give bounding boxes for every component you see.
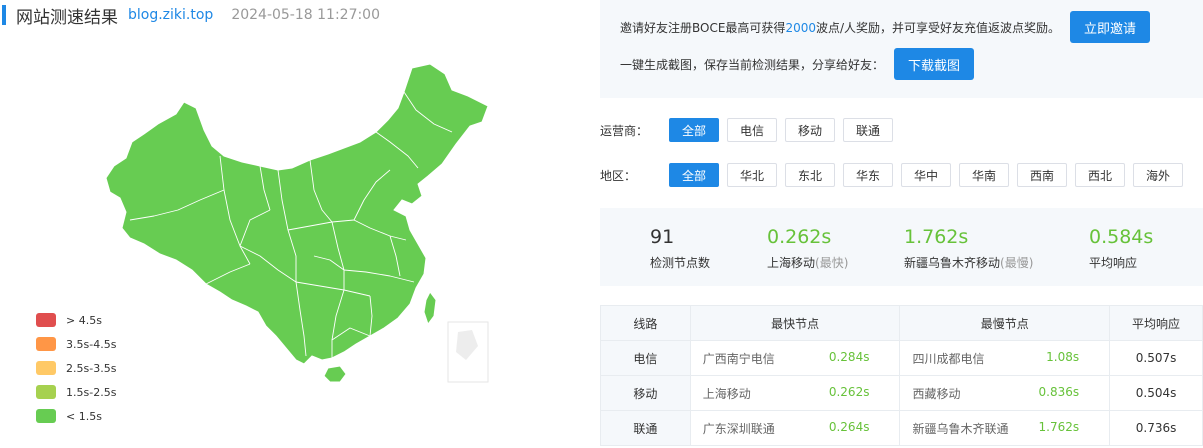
legend-item: > 4.5s (36, 308, 116, 332)
row-fastest: 广西南宁电信 0.284s (689, 340, 901, 376)
region-option-north[interactable]: 华北 (727, 163, 777, 187)
tested-domain: blog.ziki.top (128, 7, 214, 23)
region-option-east[interactable]: 华东 (843, 163, 893, 187)
stat-slowest: 1.762s 新疆乌鲁木齐移动(最慢) (904, 224, 1033, 271)
fastest-label: 上海移动(最快) (767, 256, 849, 270)
region-option-all[interactable]: 全部 (669, 163, 719, 187)
row-line: 联通 (600, 410, 691, 446)
row-slowest: 四川成都电信 1.08s (899, 340, 1111, 376)
stat-average: 0.584s 平均响应 (1089, 224, 1153, 271)
average-label: 平均响应 (1089, 256, 1138, 270)
carrier-option-unicom[interactable]: 联通 (843, 118, 893, 142)
col-header-fastest: 最快节点 (689, 305, 901, 341)
invite-row: 邀请好友注册BOCE最高可获得2000波点/人奖励，并可享受好友充值返波点奖励。… (620, 11, 1151, 43)
carrier-option-mobile[interactable]: 移动 (785, 118, 835, 142)
row-slowest: 新疆乌鲁木齐联通 1.762s (899, 410, 1111, 446)
taiwan-island[interactable] (423, 291, 437, 326)
row-average: 0.504s (1109, 375, 1203, 411)
invite-panel: 邀请好友注册BOCE最高可获得2000波点/人奖励，并可享受好友充值返波点奖励。… (600, 0, 1203, 98)
row-average: 0.736s (1109, 410, 1203, 446)
legend-swatch (36, 385, 56, 399)
legend-label: 3.5s-4.5s (66, 337, 117, 351)
row-line: 移动 (600, 375, 691, 411)
speed-legend: > 4.5s 3.5s-4.5s 2.5s-3.5s 1.5s-2.5s < 1… (36, 308, 116, 428)
page-title: 网站测速结果 (16, 7, 118, 28)
col-header-slowest: 最慢节点 (899, 305, 1111, 341)
row-average: 0.507s (1109, 340, 1203, 376)
row-fastest: 上海移动 0.262s (689, 375, 901, 411)
test-time: 2024-05-18 11:27:00 (231, 7, 381, 23)
carrier-table: 线路 最快节点 最慢节点 平均响应 电信 广西南宁电信 0.284s 四川成都电信… (600, 305, 1203, 446)
fastest-value: 0.262s (767, 226, 832, 248)
carrier-option-telecom[interactable]: 电信 (727, 118, 777, 142)
legend-label: > 4.5s (66, 313, 102, 327)
invite-text: 邀请好友注册BOCE最高可获得2000波点/人奖励，并可享受好友充值返波点奖励。 (620, 20, 1061, 35)
region-option-overseas[interactable]: 海外 (1133, 163, 1183, 187)
legend-item: 1.5s-2.5s (36, 380, 116, 404)
carrier-filter: 运营商： 全部 电信 移动 联通 (600, 118, 901, 142)
carrier-option-all[interactable]: 全部 (669, 118, 719, 142)
legend-item: 2.5s-3.5s (36, 356, 116, 380)
invite-button[interactable]: 立即邀请 (1070, 11, 1151, 43)
region-option-central[interactable]: 华中 (901, 163, 951, 187)
node-count-label: 检测节点数 (650, 256, 711, 270)
screenshot-text: 一键生成截图，保存当前检测结果，分享给好友： (620, 57, 885, 72)
screenshot-row: 一键生成截图，保存当前检测结果，分享给好友： 下载截图 (620, 48, 975, 80)
table-header-row: 线路 最快节点 最慢节点 平均响应 (600, 305, 1203, 341)
carrier-filter-label: 运营商： (600, 123, 649, 138)
header-accent-bar (2, 5, 6, 25)
region-option-northeast[interactable]: 东北 (785, 163, 835, 187)
legend-swatch (36, 409, 56, 423)
col-header-average: 平均响应 (1109, 305, 1203, 341)
download-screenshot-button[interactable]: 下载截图 (894, 48, 975, 80)
table-row: 移动 上海移动 0.262s 西藏移动 0.836s 0.504s (600, 375, 1203, 411)
row-fastest: 广东深圳联通 0.264s (689, 410, 901, 446)
region-option-northwest[interactable]: 西北 (1075, 163, 1125, 187)
node-count-value: 91 (650, 226, 675, 248)
hainan-island[interactable] (323, 365, 347, 383)
legend-swatch (36, 361, 56, 375)
region-filter: 地区： 全部 华北 东北 华东 华中 华南 西南 西北 海外 (600, 163, 1191, 187)
legend-item: < 1.5s (36, 404, 116, 428)
legend-label: 1.5s-2.5s (66, 385, 117, 399)
legend-item: 3.5s-4.5s (36, 332, 116, 356)
result-header: 网站测速结果 blog.ziki.top 2024-05-18 11:27:00 (0, 0, 380, 30)
slowest-value: 1.762s (904, 226, 969, 248)
table-row: 电信 广西南宁电信 0.284s 四川成都电信 1.08s 0.507s (600, 340, 1203, 376)
summary-panel: 91 检测节点数 0.262s 上海移动(最快) 1.762s 新疆乌鲁木齐移动… (600, 208, 1203, 286)
stat-fastest: 0.262s 上海移动(最快) (767, 224, 848, 271)
region-filter-label: 地区： (600, 168, 637, 183)
legend-label: 2.5s-3.5s (66, 361, 117, 375)
row-line: 电信 (600, 340, 691, 376)
south-china-sea-inset (447, 321, 489, 383)
china-speed-map[interactable] (100, 60, 500, 400)
region-option-southwest[interactable]: 西南 (1017, 163, 1067, 187)
legend-swatch (36, 337, 56, 351)
legend-label: < 1.5s (66, 409, 102, 423)
region-option-south[interactable]: 华南 (959, 163, 1009, 187)
table-row: 联通 广东深圳联通 0.264s 新疆乌鲁木齐联通 1.762s 0.736s (600, 410, 1203, 446)
slowest-label: 新疆乌鲁木齐移动(最慢) (904, 256, 1034, 270)
row-slowest: 西藏移动 0.836s (899, 375, 1111, 411)
col-header-line: 线路 (600, 305, 691, 341)
stat-node-count: 91 检测节点数 (650, 224, 710, 271)
legend-swatch (36, 313, 56, 327)
bonus-amount: 2000 (785, 20, 816, 35)
average-value: 0.584s (1089, 226, 1154, 248)
